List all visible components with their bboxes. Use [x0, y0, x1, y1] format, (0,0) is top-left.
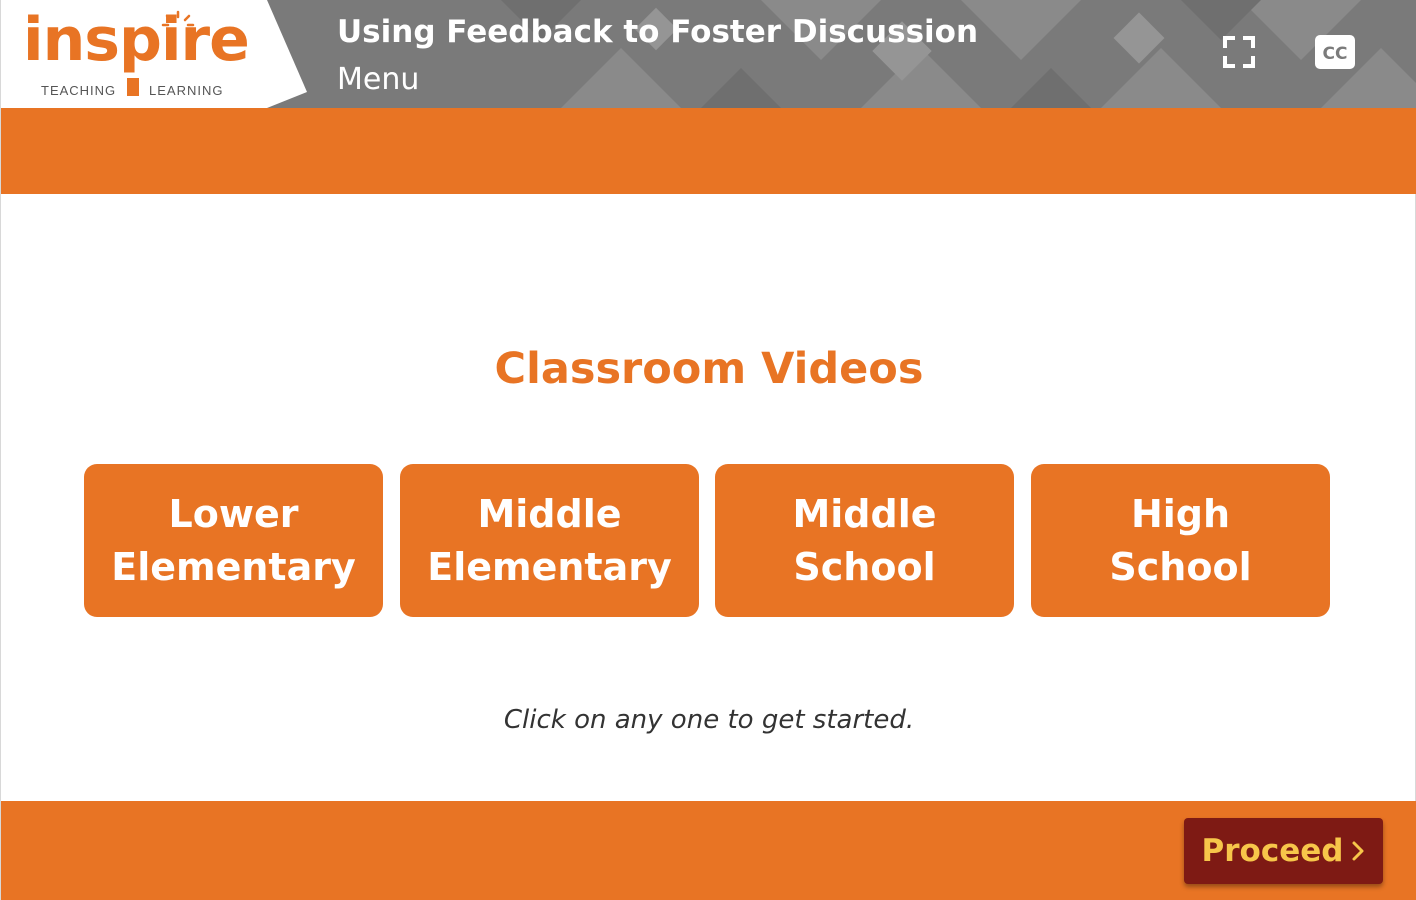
middle-school-button[interactable]: Middle School: [715, 464, 1014, 617]
button-label-line2: Elementary: [111, 544, 356, 589]
lower-elementary-button[interactable]: Lower Elementary: [84, 464, 383, 617]
instruction-text: Click on any one to get started.: [503, 705, 915, 735]
closed-captions-button[interactable]: CC: [1313, 30, 1357, 74]
course-title: Using Feedback to Foster Discussion: [337, 14, 979, 50]
top-accent-band: [1, 108, 1416, 194]
button-label-line1: Lower: [168, 491, 299, 536]
button-label-line1: Middle: [792, 491, 937, 536]
button-label-line1: Middle: [477, 491, 622, 536]
button-label-line2: School: [793, 544, 936, 589]
button-label-line1: High: [1130, 491, 1231, 536]
header-bar: inspire TEACHING LEARNING Using Feedback…: [1, 0, 1416, 108]
logo-wordmark: inspire: [23, 5, 250, 75]
button-label-line2: Elementary: [427, 544, 672, 589]
sun-icon: [161, 10, 195, 27]
closed-captions-icon: CC: [1315, 35, 1355, 69]
page-subtitle: Menu: [337, 62, 420, 97]
proceed-label: Proceed: [1201, 833, 1344, 869]
middle-elementary-button[interactable]: Middle Elementary: [400, 464, 699, 617]
logo-tagline-teaching: TEACHING: [41, 83, 117, 98]
logo: inspire TEACHING LEARNING: [1, 0, 311, 108]
section-heading: Classroom Videos: [494, 344, 924, 394]
course-player: inspire TEACHING LEARNING Using Feedback…: [0, 0, 1416, 900]
button-label-line2: School: [1109, 544, 1252, 589]
high-school-button[interactable]: High School: [1031, 464, 1330, 617]
proceed-button[interactable]: Proceed: [1184, 818, 1383, 884]
logo-divider: [127, 78, 139, 96]
fullscreen-button[interactable]: [1217, 30, 1261, 74]
fullscreen-icon: [1223, 36, 1255, 68]
chevron-right-icon: [1352, 841, 1364, 861]
cc-label: CC: [1323, 44, 1348, 64]
logo-tagline-learning: LEARNING: [149, 83, 224, 98]
